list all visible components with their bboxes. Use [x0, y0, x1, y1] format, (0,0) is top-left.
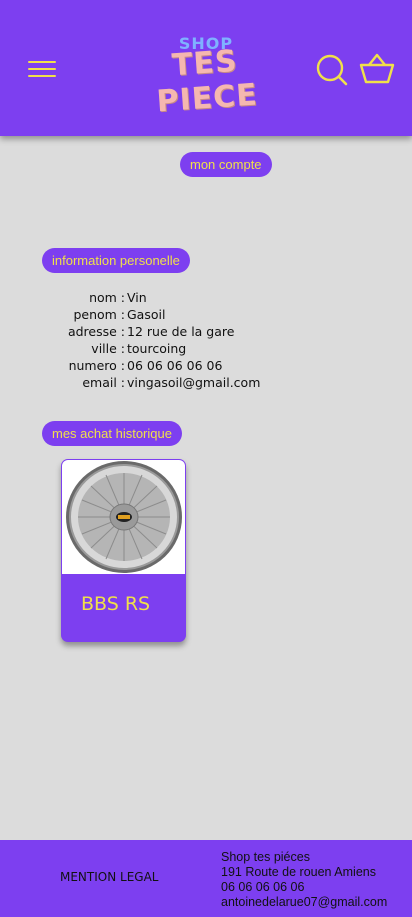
info-value: tourcoing: [127, 341, 187, 356]
purchase-history-section-label: mes achat historique: [42, 421, 182, 446]
info-value: vingasoil@gmail.com: [127, 375, 261, 390]
my-account-button[interactable]: mon compte: [180, 152, 272, 177]
hamburger-menu-icon[interactable]: [28, 58, 56, 80]
alloy-wheel-image: [62, 460, 185, 574]
info-row-numero: numero : 06 06 06 06 06: [40, 358, 300, 375]
shop-address: 191 Route de rouen Amiens: [221, 865, 376, 879]
info-label: nom :: [89, 290, 125, 305]
info-label: penom :: [73, 307, 125, 322]
shop-phone: 06 06 06 06 06: [221, 880, 305, 894]
info-label: numero :: [68, 358, 125, 373]
info-row-adresse: adresse : 12 rue de la gare: [40, 324, 300, 341]
info-label: adresse :: [67, 324, 125, 339]
info-row-nom: nom : Vin: [40, 290, 300, 307]
shop-name: Shop tes piéces: [221, 850, 310, 864]
info-value: Gasoil: [127, 307, 166, 322]
shop-logo[interactable]: SHOP TES PIECE: [118, 32, 294, 119]
personal-info-section-label: information personelle: [42, 248, 190, 273]
header: SHOP TES PIECE: [0, 0, 412, 136]
info-row-prenom: penom : Gasoil: [40, 307, 300, 324]
info-label: ville :: [91, 341, 125, 356]
info-label: email :: [82, 375, 125, 390]
info-value: Vin: [127, 290, 147, 305]
product-card[interactable]: BBS RS: [61, 459, 186, 642]
basket-icon[interactable]: [359, 52, 395, 86]
info-row-ville: ville : tourcoing: [40, 341, 300, 358]
info-value: 12 rue de la gare: [127, 324, 235, 339]
legal-mentions-link[interactable]: MENTION LEGAL: [60, 870, 158, 884]
contact-info: Shop tes piéces 191 Route de rouen Amien…: [221, 850, 387, 910]
shop-email: antoinedelarue07@gmail.com: [221, 895, 388, 909]
footer: MENTION LEGAL Shop tes piéces 191 Route …: [0, 840, 412, 917]
info-value: 06 06 06 06 06: [127, 358, 223, 373]
search-icon[interactable]: [315, 54, 349, 86]
logo-main-text: TES PIECE: [155, 43, 259, 120]
product-name: BBS RS: [81, 593, 151, 615]
personal-info-list: nom : Vin penom : Gasoil adresse : 12 ru…: [40, 290, 300, 392]
info-row-email: email : vingasoil@gmail.com: [40, 375, 300, 392]
